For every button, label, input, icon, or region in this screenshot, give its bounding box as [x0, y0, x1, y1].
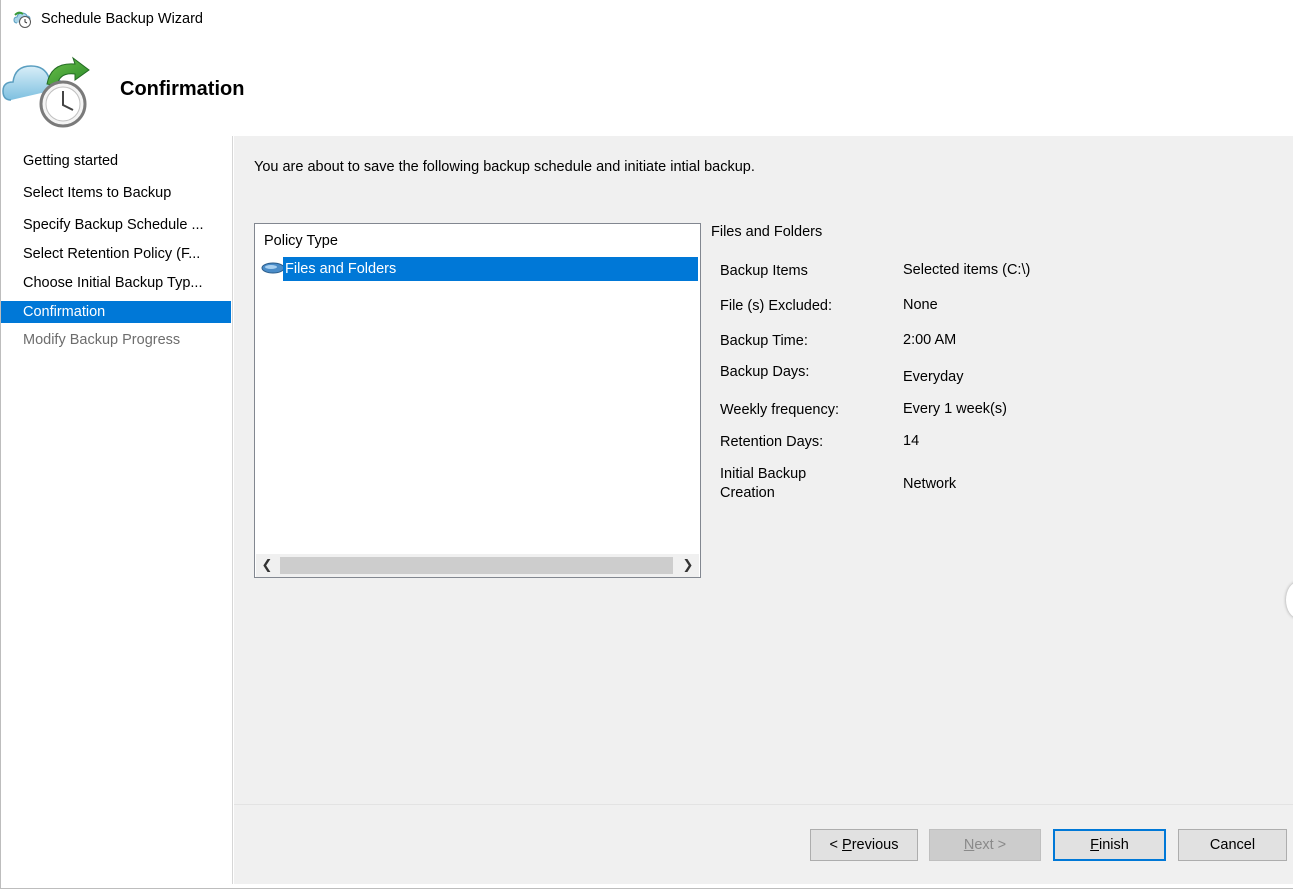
list-item-files-and-folders[interactable]: Files and Folders [283, 257, 698, 281]
step-confirmation[interactable]: Confirmation [1, 301, 231, 323]
cloud-backup-clock-icon [2, 56, 90, 128]
previous-button[interactable]: < Previous [810, 829, 918, 861]
intro-text: You are about to save the following back… [254, 159, 755, 175]
step-initial-backup-type[interactable]: Choose Initial Backup Typ... [1, 272, 231, 294]
step-select-items[interactable]: Select Items to Backup [1, 182, 231, 204]
horizontal-scrollbar[interactable]: ❮ ❯ [256, 554, 699, 577]
detail-label-weekly-frequency: Weekly frequency: [720, 402, 840, 418]
title-bar: Schedule Backup Wizard [1, 0, 1293, 40]
detail-label-backup-items: Backup Items [720, 263, 808, 279]
list-header: Policy Type [264, 233, 338, 249]
wizard-header: Confirmation [1, 40, 1293, 136]
step-modify-backup-progress: Modify Backup Progress [23, 332, 181, 348]
finish-button[interactable]: Finish [1053, 829, 1166, 861]
step-specify-schedule[interactable]: Specify Backup Schedule ... [1, 214, 231, 236]
detail-value-files-excluded: None [903, 297, 938, 313]
main-panel: You are about to save the following back… [234, 136, 1293, 804]
scroll-right-icon[interactable]: ❯ [677, 554, 699, 577]
next-mnemonic: N [963, 837, 975, 853]
previous-mnemonic: P [842, 837, 852, 853]
finish-mnemonic: F [1090, 837, 1100, 853]
detail-value-backup-days: Everyday [903, 369, 964, 385]
cancel-button[interactable]: Cancel [1178, 829, 1287, 861]
detail-label-retention-days: Retention Days: [720, 434, 824, 450]
wizard-steps-nav: Getting started Select Items to Backup S… [1, 136, 233, 884]
next-button: Next > [929, 829, 1041, 861]
policy-type-list[interactable]: Policy Type Files and Folders ❮ ❯ [254, 223, 701, 578]
window-title: Schedule Backup Wizard [41, 11, 203, 27]
detail-label-initial-backup-creation: Initial Backup Creation [720, 466, 807, 501]
detail-value-weekly-frequency: Every 1 week(s) [903, 401, 1007, 417]
detail-value-initial-backup-creation: Network [903, 476, 957, 492]
detail-label-backup-time: Backup Time: [720, 333, 808, 349]
wizard-window: Schedule Backup Wizard Confirmation Gett… [0, 0, 1293, 889]
wizard-footer: < Previous Next > Finish Cancel [234, 804, 1293, 884]
detail-value-backup-items: Selected items (C:\) [903, 262, 1031, 278]
folder-policy-icon [261, 262, 285, 274]
detail-label-backup-days: Backup Days: [720, 364, 810, 380]
scroll-left-icon[interactable]: ❮ [256, 554, 278, 577]
step-retention-policy[interactable]: Select Retention Policy (F... [1, 243, 231, 265]
step-getting-started[interactable]: Getting started [1, 150, 231, 172]
detail-value-backup-time: 2:00 AM [903, 332, 957, 348]
detail-label-files-excluded: File (s) Excluded: [720, 298, 833, 314]
detail-value-retention-days: 14 [903, 433, 920, 449]
backup-app-icon [13, 11, 31, 28]
details-title: Files and Folders [711, 224, 823, 240]
scrollbar-thumb[interactable] [280, 557, 673, 574]
page-title: Confirmation [120, 78, 245, 100]
